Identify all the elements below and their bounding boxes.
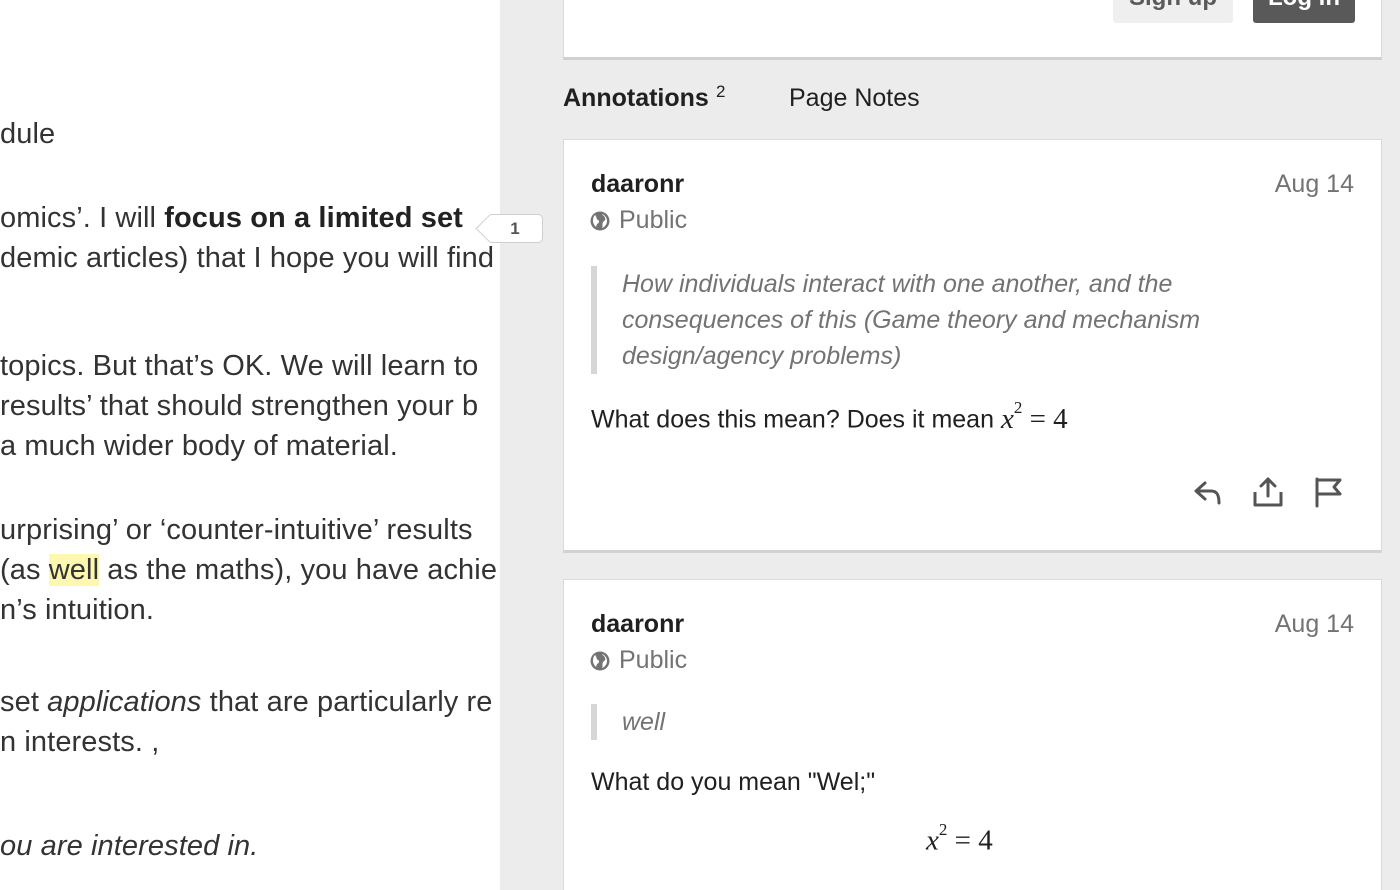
math-variable: x (926, 824, 939, 857)
math-expression: x2 = 4 (1000, 398, 1068, 435)
document-text-line: ou are interested in. (0, 828, 258, 864)
annotation-privacy-label: Public (619, 646, 688, 674)
document-text: results’ that should strengthen your b (0, 390, 479, 422)
highlighted-text[interactable]: well (48, 554, 100, 586)
math-rest: = 4 (1022, 402, 1068, 435)
reply-icon[interactable] (1191, 475, 1225, 509)
annotation-user[interactable]: daaronr (591, 170, 684, 199)
tab-annotations-label: Annotations (563, 84, 709, 112)
document-text-line: n interests. , (0, 724, 159, 760)
globe-icon (590, 211, 610, 230)
tab-annotations[interactable]: Annotations 2 (563, 80, 725, 116)
document-text: urprising’ or ‘counter-intuitive’ result… (0, 514, 473, 546)
document-text: n’s intuition. (0, 594, 155, 626)
document-text: as the maths), you have achie (99, 554, 498, 586)
document-text: ou are interested in. (0, 830, 259, 862)
annotation-body-text: What do you mean "Wel;" (591, 768, 876, 796)
math-variable: x (1000, 402, 1014, 435)
annotation-date[interactable]: Aug 14 (1275, 610, 1354, 639)
flag-icon[interactable] (1311, 475, 1345, 509)
tab-page-notes[interactable]: Page Notes (789, 80, 920, 116)
annotation-user[interactable]: daaronr (591, 610, 684, 639)
annotation-quote: well (591, 704, 1271, 740)
annotation-quote: How individuals interact with one anothe… (591, 266, 1271, 374)
document-text: set (0, 686, 48, 718)
annotation-privacy-label: Public (619, 206, 688, 234)
signup-button[interactable]: Sign up (1113, 0, 1233, 23)
math-exponent: 2 (938, 820, 948, 839)
tab-annotations-count: 2 (716, 82, 726, 101)
document-text: focus on a limited set (164, 202, 463, 234)
annotation-card[interactable]: daaronr Aug 14 Public How individuals in… (563, 139, 1382, 553)
document-text-line: demic articles) that I hope you will fin… (0, 240, 494, 276)
document-text: demic articles) that I hope you will fin… (0, 242, 495, 274)
document-text: omics’. I will (0, 202, 165, 234)
document-text-line: urprising’ or ‘counter-intuitive’ result… (0, 512, 473, 548)
document-text-line: omics’. I will focus on a limited set (0, 200, 463, 236)
document-text-line: n’s intuition. (0, 592, 154, 628)
document-text-line: topics. But that’s OK. We will learn to (0, 348, 478, 384)
document-text-line: (as well as the maths), you have achie (0, 552, 497, 588)
annotation-date[interactable]: Aug 14 (1275, 170, 1354, 199)
document-text: n interests. , (0, 726, 160, 758)
document-text: dule (0, 118, 56, 150)
document-text-line: results’ that should strengthen your b (0, 388, 478, 424)
document-text-line: dule (0, 116, 55, 152)
annotation-body-text: What does this mean? Does it mean (591, 405, 1001, 434)
math-rest: = 4 (947, 824, 993, 857)
annotation-bucket-button[interactable]: 1 (487, 214, 543, 243)
share-icon[interactable] (1251, 475, 1285, 509)
document-text: applications (47, 686, 202, 718)
annotation-card[interactable]: daaronr Aug 14 Public well What do you m… (563, 579, 1382, 890)
globe-icon (590, 651, 610, 670)
annotation-body: What does this mean? Does it mean x2 = 4 (591, 398, 1068, 436)
annotation-actions (1191, 475, 1345, 509)
document-text: that are particularly re (201, 686, 493, 718)
annotation-privacy: Public (590, 646, 687, 675)
bucket-count: 1 (510, 219, 520, 238)
document-text: (as (0, 554, 49, 586)
auth-bar: Sign up Log in (563, 0, 1382, 60)
document-text-line: set applications that are particularly r… (0, 684, 493, 720)
annotation-privacy: Public (590, 206, 687, 235)
document-text: a much wider body of material. (0, 430, 398, 462)
math-expression: x2 = 4 (926, 820, 993, 858)
document-text-line: a much wider body of material. (0, 428, 398, 464)
document-page: dule omics’. I will focus on a limited se… (0, 0, 545, 890)
math-exponent: 2 (1013, 398, 1023, 417)
login-button[interactable]: Log in (1253, 0, 1355, 23)
document-text: topics. But that’s OK. We will learn to (0, 350, 479, 382)
